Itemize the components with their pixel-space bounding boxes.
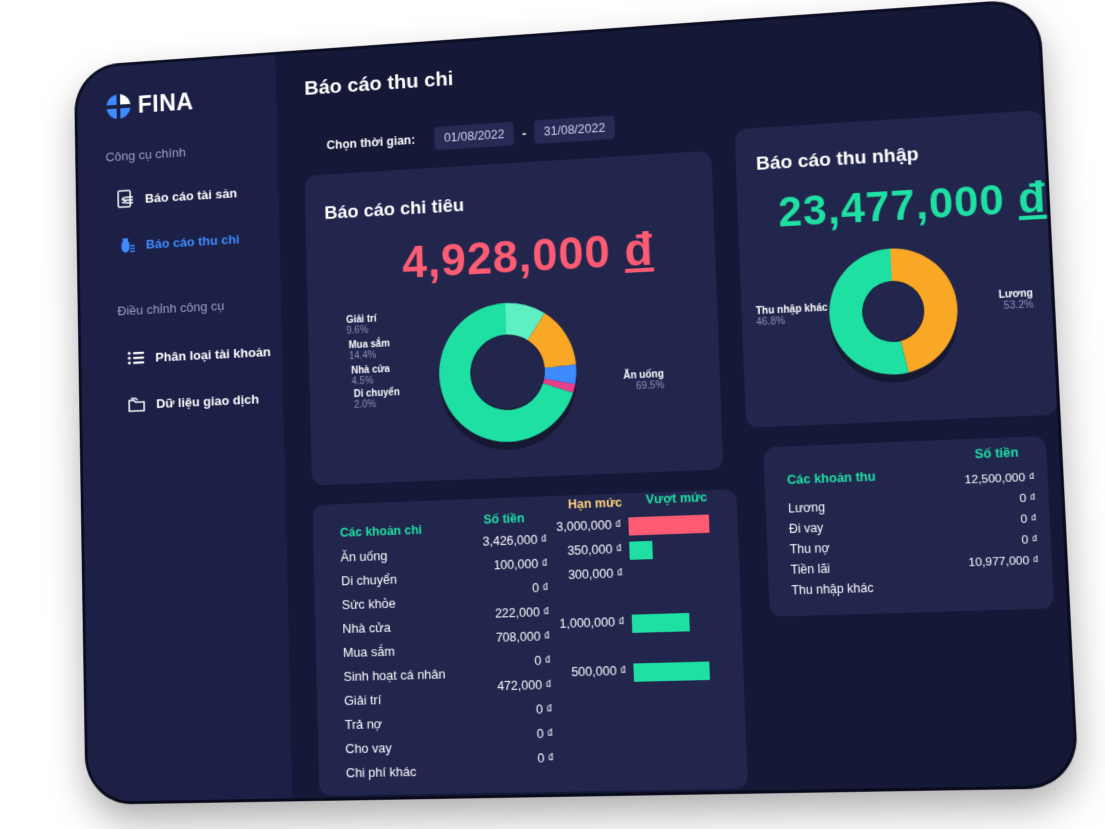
expense-label-housing: Nhà cửa 4.5% bbox=[351, 363, 390, 388]
sidebar-item-account-categories[interactable]: Phân loại tài khoản bbox=[125, 340, 271, 368]
date-separator: - bbox=[521, 125, 527, 141]
expense-col-limit: Hạn mức bbox=[567, 495, 623, 512]
expense-row-name: Sức khỏe bbox=[341, 595, 396, 613]
expense-row-name: Di chuyển bbox=[340, 571, 398, 589]
expense-label-shopping: Mua sắm 14.4% bbox=[348, 338, 390, 363]
expense-col-amount: Số tiền bbox=[483, 511, 525, 527]
sidebar-item-label: Dữ liệu giao dịch bbox=[156, 391, 260, 411]
expense-row-limit: 1,000,000 ₫ bbox=[559, 614, 626, 631]
sidebar: FINA Công cụ chính $ Báo cáo tài sản Báo… bbox=[76, 54, 293, 802]
expense-row-amount: 0 ₫ bbox=[536, 726, 554, 742]
income-row-amount: 10,977,000 ₫ bbox=[968, 554, 1040, 570]
tablet-frame: FINA Công cụ chính $ Báo cáo tài sản Báo… bbox=[76, 1, 1076, 802]
expense-row-usage-bar bbox=[631, 612, 690, 633]
document-dollar-icon: $ bbox=[115, 188, 136, 210]
expense-row-limit: 3,000,000 ₫ bbox=[556, 517, 622, 535]
expense-table-card: Các khoản chi Số tiền Hạn mức Vượt mức Ă… bbox=[312, 489, 748, 796]
expense-col-over: Vượt mức bbox=[645, 490, 708, 507]
main-content: Báo cáo thu chi Chọn thời gian: 01/08/20… bbox=[275, 1, 1075, 798]
income-row-amount: 12,500,000 ₫ bbox=[964, 471, 1036, 487]
expense-row-name: Chi phí khác bbox=[345, 763, 417, 781]
sidebar-item-label: Báo cáo thu chi bbox=[145, 231, 240, 252]
sidebar-heading-tools: Điều chỉnh công cụ bbox=[117, 298, 225, 319]
expense-row-limit: 350,000 ₫ bbox=[567, 541, 623, 558]
fina-logo-icon bbox=[106, 93, 131, 120]
income-row-name: Tiền lãi bbox=[790, 561, 831, 578]
expense-col-category: Các khoản chi bbox=[339, 522, 423, 540]
expense-row-name: Mua sắm bbox=[342, 643, 395, 661]
sidebar-item-label: Phân loại tài khoản bbox=[155, 343, 271, 365]
expense-row-usage-bar bbox=[628, 514, 710, 536]
expense-label-entertainment: Giải trí 9.6% bbox=[346, 313, 377, 337]
expense-row-name: Giải trí bbox=[343, 692, 382, 709]
expense-row-name: Trả nợ bbox=[344, 716, 383, 733]
income-row-amount: 0 ₫ bbox=[1019, 492, 1037, 506]
income-donut-chart bbox=[826, 245, 961, 386]
expense-row-usage-bar bbox=[633, 661, 710, 682]
expense-row-amount: 472,000 ₫ bbox=[497, 677, 553, 694]
list-icon bbox=[127, 351, 145, 365]
income-label-other: Thu nhập khác 46.8% bbox=[755, 302, 828, 329]
expense-row-amount: 0 ₫ bbox=[535, 702, 553, 717]
expense-label-food: Ăn uống 69.5% bbox=[623, 368, 665, 393]
page-title: Báo cáo thu chi bbox=[304, 67, 454, 100]
income-row-name: Thu nhập khác bbox=[791, 580, 874, 598]
money-bag-icon bbox=[121, 238, 137, 256]
sidebar-heading-main: Công cụ chính bbox=[105, 144, 187, 165]
expense-label-transport: Di chuyển 2.0% bbox=[353, 387, 400, 411]
app-name: FINA bbox=[137, 87, 194, 119]
expense-row-usage-bar bbox=[629, 540, 653, 560]
sidebar-item-income-expense[interactable]: Báo cáo thu chi bbox=[116, 228, 240, 256]
income-row-name: Lương bbox=[787, 500, 826, 516]
expense-report-card: Báo cáo chi tiêu 4,928,000 đ Giải trí 9.… bbox=[304, 150, 724, 486]
folder-icon bbox=[126, 393, 147, 415]
sidebar-item-label: Báo cáo tài sản bbox=[144, 185, 238, 206]
income-row-name: Thu nợ bbox=[789, 540, 830, 557]
income-table-card: Các khoản thu Số tiền Lương 12,500,000 ₫ Đ… bbox=[763, 435, 1055, 617]
expense-row-amount: 0 ₫ bbox=[531, 580, 550, 596]
income-row-amount: 0 ₫ bbox=[1021, 533, 1039, 547]
expense-row-name: Ăn uống bbox=[340, 548, 388, 565]
expense-row-name: Sinh hoạt cá nhân bbox=[343, 666, 446, 685]
income-label-salary: Lương 53.2% bbox=[998, 288, 1034, 313]
date-range-picker: Chọn thời gian: 01/08/2022 - 31/08/2022 bbox=[326, 115, 616, 157]
expense-row-name: Cho vay bbox=[345, 740, 392, 757]
expense-row-amount: 708,000 ₫ bbox=[495, 629, 551, 645]
expense-row-limit: 500,000 ₫ bbox=[571, 663, 627, 680]
income-row-amount: 0 ₫ bbox=[1020, 512, 1038, 527]
expense-row-amount: 0 ₫ bbox=[537, 751, 555, 766]
sidebar-item-asset-report[interactable]: $ Báo cáo tài sản bbox=[115, 182, 237, 210]
app-logo[interactable]: FINA bbox=[104, 87, 194, 121]
income-col-amount: Số tiền bbox=[974, 445, 1019, 462]
income-report-card: Báo cáo thu nhập 23,477,000 đ Thu nhập k… bbox=[734, 110, 1058, 428]
date-range-label: Chọn thời gian: bbox=[326, 133, 416, 153]
sidebar-item-transaction-data[interactable]: Dữ liệu giao dịch bbox=[126, 388, 259, 415]
income-row-name: Đi vay bbox=[788, 520, 824, 537]
date-from-input[interactable]: 01/08/2022 bbox=[434, 121, 515, 151]
expense-row-limit: 300,000 ₫ bbox=[567, 566, 624, 583]
income-col-category: Các khoản thu bbox=[786, 469, 876, 488]
expense-row-name: Nhà cửa bbox=[342, 619, 391, 637]
date-to-input[interactable]: 31/08/2022 bbox=[533, 115, 616, 144]
